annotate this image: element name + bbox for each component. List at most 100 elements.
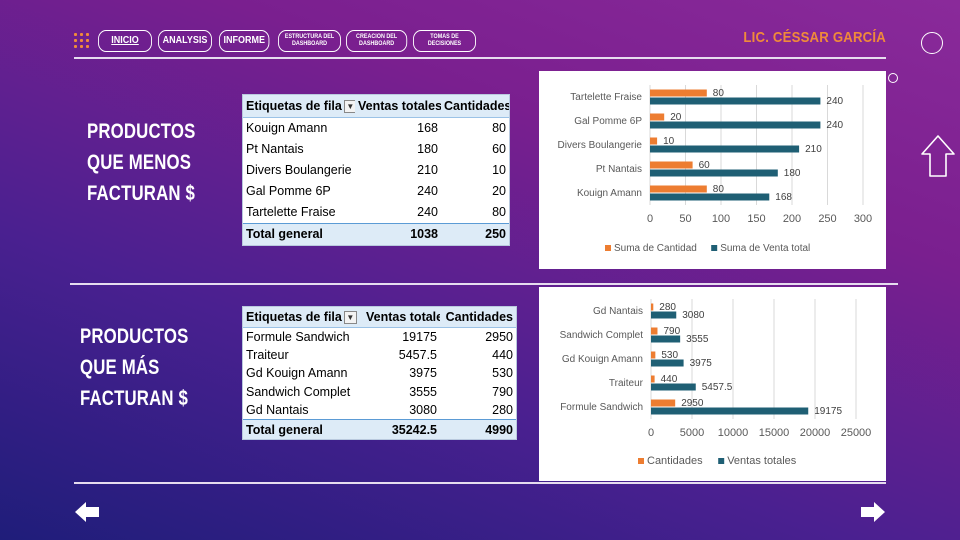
table-row[interactable]: Pt Nantais 180 60 — [243, 139, 509, 160]
category-label: Formule Sandwich — [560, 402, 643, 413]
data-label: 3555 — [686, 334, 709, 345]
filter-icon[interactable]: ▼ — [343, 99, 355, 113]
col-header-cantidades: Cantidades — [440, 307, 516, 328]
category-label: Gd Nantais — [593, 306, 643, 317]
category-label: Sandwich Complet — [560, 330, 644, 341]
data-label: 20 — [670, 112, 682, 123]
category-label: Kouign Amann — [577, 188, 642, 199]
chart-most[interactable]: 0 5000 10000 15000 20000 25000 Gd Nantais 280 30… — [539, 287, 886, 481]
data-label: 60 — [699, 160, 711, 171]
bar — [650, 169, 778, 177]
bar — [650, 193, 770, 201]
x-tick-label: 25000 — [841, 427, 872, 439]
category-label: Gd Kouign Amann — [562, 354, 643, 365]
legend-swatch — [605, 245, 611, 251]
bar — [651, 351, 656, 359]
category-label: Traiteur — [609, 378, 644, 389]
nav-label: ANALYSIS — [162, 35, 208, 46]
chart-least[interactable]: 0 50 100 150 200 250 300 Tartelette Fraise 80 240… — [539, 71, 886, 269]
nav-inicio-button[interactable]: INICIO — [98, 30, 152, 52]
nav-tomas-button[interactable]: TOMAS DE DECISIONES — [413, 30, 476, 52]
bar — [651, 399, 676, 407]
data-label: 3080 — [682, 310, 705, 321]
bar — [650, 97, 821, 105]
up-arrow-icon[interactable] — [920, 134, 956, 178]
bar — [650, 89, 707, 97]
bar — [651, 303, 654, 311]
col-header-ventas: Ventas totales — [363, 307, 440, 328]
data-label: 80 — [713, 88, 725, 99]
legend-label: Cantidades — [647, 455, 703, 467]
bar — [650, 121, 821, 129]
chart-least-svg: 0 50 100 150 200 250 300 Tartelette Fraise 80 240… — [558, 85, 872, 254]
data-label: 10 — [663, 136, 675, 147]
top-divider — [74, 57, 886, 59]
left-arrow-icon[interactable] — [74, 501, 100, 523]
bar — [650, 113, 665, 121]
section1-heading: PRODUCTOS QUE MENOS FACTURAN $ — [87, 120, 196, 205]
data-label: 168 — [775, 192, 792, 203]
nav-estructura-button[interactable]: ESTRUCTURA DEL DASHBOARD — [278, 30, 341, 52]
x-tick-label: 0 — [647, 213, 653, 225]
data-label: 5457.5 — [702, 382, 733, 393]
legend-swatch — [711, 245, 718, 251]
data-label: 530 — [661, 350, 678, 361]
data-label: 240 — [826, 120, 843, 131]
bar — [650, 137, 658, 145]
bar — [651, 359, 684, 367]
data-label: 210 — [805, 144, 822, 155]
legend-label: Ventas totales — [727, 455, 797, 467]
table-row[interactable]: Gd Nantais 3080 280 — [243, 401, 516, 420]
menu-grid-icon[interactable] — [74, 33, 90, 49]
bar — [651, 327, 658, 335]
table-row[interactable]: Divers Boulangerie 210 10 — [243, 160, 509, 181]
circle-icon[interactable] — [921, 32, 943, 54]
table-row[interactable]: Gal Pomme 6P 240 20 — [243, 181, 509, 202]
bar — [650, 145, 800, 153]
nav-label: INICIO — [111, 35, 139, 46]
x-tick-label: 250 — [818, 213, 836, 225]
pivot-table-most: Etiquetas de fila▼ Ventas totales Cantid… — [242, 306, 517, 440]
small-circle-icon — [888, 73, 898, 83]
col-header-ventas: Ventas totales — [355, 95, 441, 118]
data-label: 19175 — [814, 406, 842, 417]
nav-label: ESTRUCTURA DEL DASHBOARD — [284, 33, 335, 48]
table-row[interactable]: Traiteur 5457.5 440 — [243, 346, 516, 364]
section2-heading: PRODUCTOS QUE MÁS FACTURAN $ — [80, 325, 189, 410]
pivot-table-least: Etiquetas de fila ▼ Ventas totales Cantid… — [242, 94, 510, 246]
x-tick-label: 50 — [679, 213, 691, 225]
data-label: 790 — [663, 326, 680, 337]
nav-analysis-button[interactable]: ANALYSIS — [158, 30, 212, 52]
bar — [651, 407, 809, 415]
bar — [651, 383, 696, 391]
bar — [650, 185, 707, 193]
x-tick-label: 15000 — [759, 427, 790, 439]
legend-swatch — [718, 458, 725, 464]
table-row[interactable]: Tartelette Fraise 240 80 — [243, 202, 509, 224]
author-name: LIC. CÉSSAR GARCÍA — [743, 29, 886, 46]
category-label: Pt Nantais — [596, 164, 642, 175]
middle-divider — [70, 283, 898, 285]
table-total-row: Total general 1038 250 — [243, 222, 509, 245]
nav-label: CREACION DEL DASHBOARD — [356, 33, 398, 48]
bar — [651, 311, 677, 319]
bottom-divider — [74, 482, 886, 484]
x-tick-label: 300 — [854, 213, 872, 225]
category-label: Gal Pomme 6P — [574, 116, 642, 127]
nav-informe-button[interactable]: INFORME — [219, 30, 270, 52]
nav-creacion-button[interactable]: CREACION DEL DASHBOARD — [346, 30, 408, 52]
right-arrow-icon[interactable] — [860, 501, 886, 523]
data-label: 240 — [826, 96, 843, 107]
col-header-cantidades: Cantidades — [441, 95, 509, 118]
bar — [651, 375, 655, 383]
data-label: 3975 — [690, 358, 713, 369]
table-row[interactable]: Sandwich Complet 3555 790 — [243, 383, 516, 401]
table-row[interactable]: Formule Sandwich 19175 2950 — [243, 327, 516, 346]
table-row[interactable]: Gd Kouign Amann 3975 530 — [243, 364, 516, 382]
table-row[interactable]: Kouign Amann 168 80 — [243, 117, 509, 139]
bar — [651, 335, 681, 343]
x-tick-label: 5000 — [680, 427, 704, 439]
filter-icon[interactable]: ▼ — [343, 310, 357, 324]
x-tick-label: 150 — [747, 213, 765, 225]
nav-label: INFORME — [223, 35, 265, 46]
